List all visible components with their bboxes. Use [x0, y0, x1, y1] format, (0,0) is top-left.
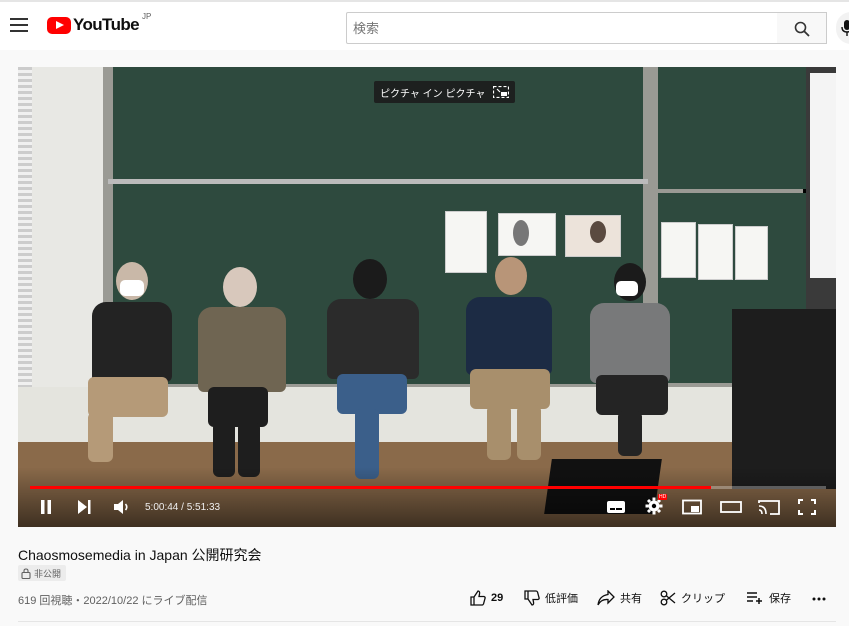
youtube-play-logo-icon	[47, 16, 71, 34]
save-icon	[747, 592, 762, 604]
cast-icon[interactable]	[758, 499, 780, 515]
privacy-badge: 非公開	[18, 565, 67, 581]
dislike-button[interactable]: 低評価	[524, 590, 578, 606]
share-button[interactable]: 共有	[597, 590, 642, 606]
voice-search-button[interactable]	[836, 12, 849, 44]
search-button[interactable]	[777, 12, 827, 44]
search-icon	[794, 21, 810, 37]
lectern	[732, 309, 836, 489]
more-icon[interactable]	[812, 597, 826, 601]
dislike-icon	[524, 590, 540, 606]
theater-icon[interactable]	[720, 499, 742, 515]
projection-screen	[810, 73, 836, 278]
panelist	[325, 259, 425, 499]
like-button[interactable]: 29	[470, 590, 503, 606]
like-count: 29	[491, 592, 504, 604]
top-bar: YouTube JP	[0, 0, 849, 50]
clip-button[interactable]: クリップ	[660, 590, 725, 606]
fullscreen-icon[interactable]	[798, 499, 816, 515]
search-input[interactable]	[347, 13, 777, 43]
pip-icon	[493, 86, 510, 98]
save-label: 保存	[769, 593, 791, 605]
privacy-label: 非公開	[34, 568, 62, 579]
action-bar: 29 低評価 共有 クリップ 保存	[470, 590, 840, 610]
miniplayer-icon[interactable]	[682, 499, 702, 515]
next-icon[interactable]	[76, 499, 92, 515]
volume-icon[interactable]	[113, 499, 131, 515]
share-label: 共有	[620, 593, 642, 605]
player-controls: 5:00:44 / 5:51:33 HD	[18, 494, 836, 523]
poster	[565, 215, 621, 257]
poster	[698, 224, 733, 280]
like-icon	[470, 590, 486, 606]
logo-text: YouTube	[73, 15, 140, 34]
pip-tooltip: ピクチャ イン ピクチャ	[374, 81, 516, 103]
video-title: Chaosmosemedia in Japan 公開研究会	[18, 547, 262, 563]
panelist	[462, 257, 562, 477]
pip-tooltip-label: ピクチャ イン ピクチャ	[380, 88, 486, 100]
progress-bar[interactable]	[30, 486, 826, 489]
hd-badge: HD	[658, 494, 668, 500]
menu-icon[interactable]	[10, 18, 28, 32]
lock-icon	[21, 567, 31, 579]
pause-icon[interactable]	[38, 499, 54, 515]
dislike-label: 低評価	[545, 593, 578, 605]
subtitles-icon[interactable]	[606, 499, 626, 515]
save-button[interactable]: 保存	[746, 590, 791, 606]
share-icon	[597, 590, 615, 606]
panelist	[88, 262, 178, 462]
time-display: 5:00:44 / 5:51:33	[145, 502, 221, 513]
search-box	[346, 12, 778, 44]
panelist	[588, 263, 683, 473]
window-blind	[18, 67, 32, 387]
clip-icon	[660, 590, 676, 606]
mic-icon	[841, 20, 849, 36]
divider	[18, 621, 836, 622]
youtube-logo[interactable]: YouTube JP	[47, 11, 152, 35]
video-meta: 619 回視聴・2022/10/22 にライブ配信	[18, 595, 208, 607]
poster	[735, 226, 768, 280]
clip-label: クリップ	[681, 593, 725, 605]
video-frame	[18, 67, 836, 527]
settings-button[interactable]: HD	[645, 494, 669, 517]
panelist	[193, 267, 293, 497]
poster	[498, 213, 556, 256]
logo-region: JP	[142, 11, 152, 21]
video-player[interactable]: ピクチャ イン ピクチャ 5:00:44 / 5:51:33 HD	[18, 67, 836, 527]
progress-played	[30, 486, 711, 489]
